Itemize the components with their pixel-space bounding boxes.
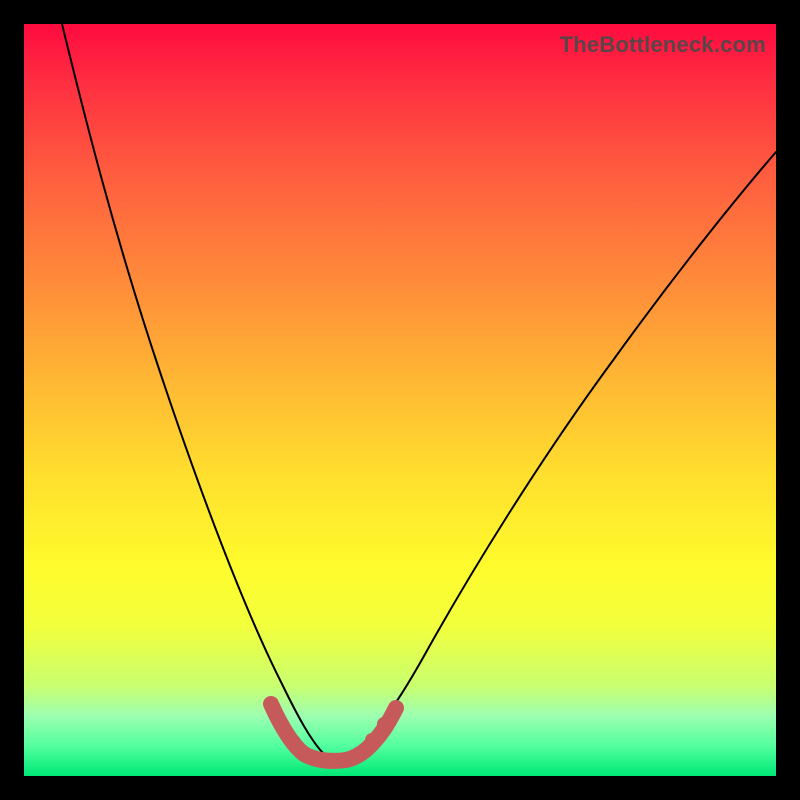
band-dot	[377, 717, 391, 731]
band-dot	[389, 701, 403, 715]
sweet-spot-band	[271, 704, 396, 761]
band-dot	[275, 717, 289, 731]
band-dot	[264, 697, 278, 711]
band-dot	[365, 733, 379, 747]
band-dot	[287, 735, 301, 749]
bottleneck-curve-svg	[24, 24, 776, 776]
bottleneck-curve	[62, 24, 776, 754]
chart-area: TheBottleneck.com	[24, 24, 776, 776]
watermark-text: TheBottleneck.com	[560, 32, 766, 58]
